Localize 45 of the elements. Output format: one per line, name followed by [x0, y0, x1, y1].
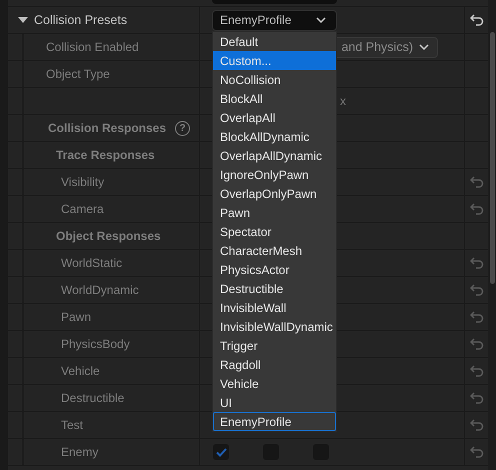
menu-item[interactable]: NoCollision	[213, 70, 336, 89]
menu-item[interactable]: BlockAllDynamic	[213, 127, 336, 146]
scrollbar-thumb[interactable]	[490, 32, 495, 284]
group-label: Object Responses	[56, 229, 161, 243]
menu-item[interactable]: IgnoreOnlyPawn	[213, 165, 336, 184]
property-label: PhysicsBody	[61, 337, 130, 351]
property-label: Camera	[61, 202, 104, 216]
menu-item[interactable]: InvisibleWall	[213, 298, 336, 317]
menu-item[interactable]: Vehicle	[213, 374, 336, 393]
help-icon[interactable]: ?	[175, 120, 190, 136]
checkbox[interactable]	[213, 444, 229, 460]
property-label: Collision Enabled	[46, 40, 139, 54]
property-label: Collision Presets	[34, 13, 128, 27]
section-label: Collision Responses	[48, 121, 166, 135]
menu-item[interactable]: Trigger	[213, 336, 336, 355]
property-label: Visibility	[61, 175, 104, 189]
menu-item[interactable]: Pawn	[213, 203, 336, 222]
property-label: WorldDynamic	[61, 283, 139, 297]
menu-item[interactable]: BlockAll	[213, 89, 336, 108]
expand-arrow-icon[interactable]	[18, 17, 28, 23]
property-label: Object Type	[46, 67, 110, 81]
menu-item[interactable]: OverlapAllDynamic	[213, 146, 336, 165]
preset-dropdown[interactable]: EnemyProfile	[212, 10, 337, 30]
value-text: x	[340, 94, 346, 108]
chevron-icon	[419, 44, 429, 50]
menu-item[interactable]: Custom...	[213, 51, 336, 70]
menu-item[interactable]: UI	[213, 393, 336, 412]
property-label: Test	[61, 418, 84, 432]
property-label: Enemy	[61, 445, 98, 459]
menu-item[interactable]: CharacterMesh	[213, 241, 336, 260]
menu-item[interactable]: Destructible	[213, 279, 336, 298]
chevron-icon	[316, 17, 326, 23]
menu-item[interactable]: OverlapOnlyPawn	[213, 184, 336, 203]
menu-item[interactable]: Ragdoll	[213, 355, 336, 374]
menu-item[interactable]: InvisibleWallDynamic	[213, 317, 336, 336]
menu-item[interactable]: Spectator	[213, 222, 336, 241]
menu-item[interactable]: EnemyProfile	[213, 412, 336, 431]
menu-item[interactable]: OverlapAll	[213, 108, 336, 127]
group-label: Trace Responses	[56, 148, 155, 162]
menu-item[interactable]: Default	[213, 32, 336, 51]
property-label: Vehicle	[61, 364, 100, 378]
property-label: Pawn	[61, 310, 92, 324]
menu-item[interactable]: PhysicsActor	[213, 260, 336, 279]
property-label: Destructible	[61, 391, 124, 405]
property-label: WorldStatic	[61, 256, 122, 270]
